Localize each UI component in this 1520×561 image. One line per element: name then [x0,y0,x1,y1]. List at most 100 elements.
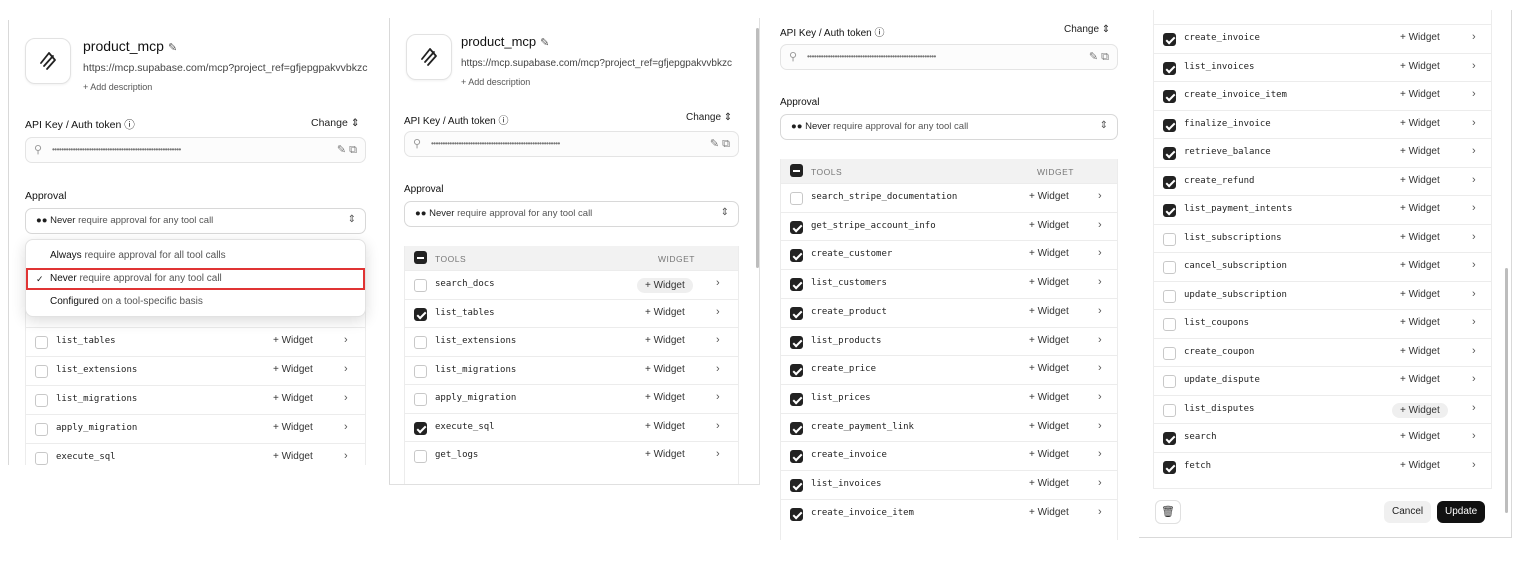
chevron-right-icon[interactable]: › [1472,60,1476,72]
chevron-right-icon[interactable]: › [344,421,348,433]
chevron-right-icon[interactable]: › [1098,420,1102,432]
chevron-right-icon[interactable]: › [344,450,348,462]
tool-checkbox[interactable] [790,249,803,263]
tool-row[interactable]: fetch + Widget › [1154,451,1491,481]
tool-row[interactable]: list_payment_intents + Widget › [1154,195,1491,224]
tool-checkbox[interactable] [1163,175,1176,189]
tool-checkbox[interactable] [790,278,803,292]
edit-pencil-icon[interactable]: ✎ [168,42,177,54]
add-widget-button[interactable]: + Widget [1400,260,1440,271]
add-widget-button[interactable]: + Widget [273,364,313,375]
tool-row[interactable]: update_dispute + Widget › [1154,366,1491,395]
chevron-right-icon[interactable]: › [1098,334,1102,346]
add-widget-button[interactable]: + Widget [1400,32,1440,43]
chevron-right-icon[interactable]: › [1098,190,1102,202]
tool-row[interactable]: update_subscription + Widget › [1154,280,1491,310]
tool-checkbox[interactable] [1163,318,1176,331]
add-widget-button[interactable]: + Widget [1029,335,1069,346]
chevron-right-icon[interactable]: › [1472,288,1476,300]
tool-row[interactable]: list_prices + Widget › [781,383,1117,413]
tool-row[interactable]: cancel_subscription + Widget › [1154,252,1491,281]
tool-row[interactable]: search_docs + Widget › [405,270,738,299]
tool-row[interactable]: search_stripe_documentation + Widget › [781,183,1117,212]
tool-row[interactable]: apply_migration + Widget › [405,384,738,413]
tool-row[interactable]: create_price + Widget › [781,355,1117,384]
auth-token-field[interactable]: ⚲ ••••••••••••••••••••••••••••••••••••••… [25,137,366,163]
tool-row[interactable]: create_customer + Widget › [781,240,1117,269]
add-widget-button[interactable]: + Widget [1392,402,1448,418]
edit-copy-icons[interactable]: ✎ ⧉ [710,137,730,151]
add-widget-button[interactable]: + Widget [1029,421,1069,432]
tool-checkbox[interactable] [35,452,48,465]
chevron-right-icon[interactable]: › [1098,305,1102,317]
cancel-button[interactable]: Cancel [1384,501,1432,523]
approval-select[interactable]: ●● Never require approval for any tool c… [404,201,739,227]
chevron-right-icon[interactable]: › [1098,448,1102,460]
chevron-right-icon[interactable]: › [1472,31,1476,43]
tool-row[interactable]: create_invoice + Widget › [1154,24,1491,53]
add-widget-button[interactable]: + Widget [1029,191,1069,202]
delete-button[interactable]: 🗑 [1155,500,1181,524]
add-widget-button[interactable]: + Widget [1400,118,1440,129]
chevron-right-icon[interactable]: › [1472,402,1476,414]
chevron-right-icon[interactable]: › [1098,219,1102,231]
approval-option[interactable]: Configured on a tool-specific basis [26,291,365,313]
approval-option[interactable]: ✓ Never require approval for any tool cal… [26,268,365,290]
tool-checkbox[interactable] [790,479,803,492]
add-widget-button[interactable]: + Widget [645,421,685,432]
tool-row[interactable]: create_refund + Widget › [1154,166,1491,196]
add-widget-button[interactable]: + Widget [273,422,313,433]
add-widget-button[interactable]: + Widget [1400,89,1440,100]
tool-checkbox[interactable] [1163,403,1176,417]
tool-row[interactable]: list_coupons + Widget › [1154,309,1491,338]
tool-checkbox[interactable] [790,220,803,234]
add-widget-button[interactable]: + Widget [1029,363,1069,374]
add-widget-button[interactable]: + Widget [1029,478,1069,489]
chevron-right-icon[interactable]: › [1098,506,1102,518]
tool-checkbox[interactable] [1163,289,1176,303]
tool-row[interactable]: get_logs + Widget › [405,441,738,470]
add-widget-button[interactable]: + Widget [273,393,313,404]
tool-checkbox[interactable] [790,421,803,435]
add-widget-button[interactable]: + Widget [1029,248,1069,259]
add-widget-button[interactable]: + Widget [1029,277,1069,288]
tool-checkbox[interactable] [790,507,803,521]
add-widget-button[interactable]: + Widget [1400,232,1440,243]
tool-row[interactable]: execute_sql + Widget › [405,412,738,442]
chevron-right-icon[interactable]: › [1472,259,1476,271]
tool-checkbox[interactable] [1163,33,1176,46]
add-widget-button[interactable]: + Widget [1400,460,1440,471]
add-widget-button[interactable]: + Widget [1029,220,1069,231]
tool-checkbox[interactable] [35,336,48,349]
chevron-right-icon[interactable]: › [1098,362,1102,374]
chevron-right-icon[interactable]: › [344,334,348,346]
add-description-link[interactable]: + Add description [83,82,152,92]
tool-row[interactable]: list_products + Widget › [781,326,1117,356]
chevron-right-icon[interactable]: › [716,306,720,318]
chevron-right-icon[interactable]: › [1472,88,1476,100]
tool-checkbox[interactable] [414,393,427,406]
chevron-right-icon[interactable]: › [716,277,720,289]
approval-option[interactable]: Always require approval for all tool cal… [26,245,365,267]
add-widget-button[interactable]: + Widget [637,278,693,293]
tool-checkbox[interactable] [414,279,427,292]
approval-select[interactable]: ●● Never require approval for any tool c… [25,208,366,234]
add-widget-button[interactable]: + Widget [1400,431,1440,442]
add-widget-button[interactable]: + Widget [1400,203,1440,214]
add-widget-button[interactable]: + Widget [1029,306,1069,317]
add-widget-button[interactable]: + Widget [273,335,313,346]
add-description-link[interactable]: + Add description [461,77,530,87]
chevron-right-icon[interactable]: › [716,391,720,403]
add-widget-button[interactable]: + Widget [1400,317,1440,328]
chevron-right-icon[interactable]: › [1472,373,1476,385]
chevron-right-icon[interactable]: › [716,420,720,432]
tool-row[interactable]: list_tables + Widget › [26,327,365,356]
update-button[interactable]: Update [1437,501,1486,523]
chevron-right-icon[interactable]: › [1472,145,1476,157]
tool-checkbox[interactable] [414,364,427,378]
tool-row[interactable]: list_tables + Widget › [405,298,738,328]
edit-copy-icons[interactable]: ✎ ⧉ [1089,50,1109,64]
tool-row[interactable]: get_stripe_account_info + Widget › [781,211,1117,241]
chevron-right-icon[interactable]: › [1472,316,1476,328]
add-widget-button[interactable]: + Widget [1029,392,1069,403]
